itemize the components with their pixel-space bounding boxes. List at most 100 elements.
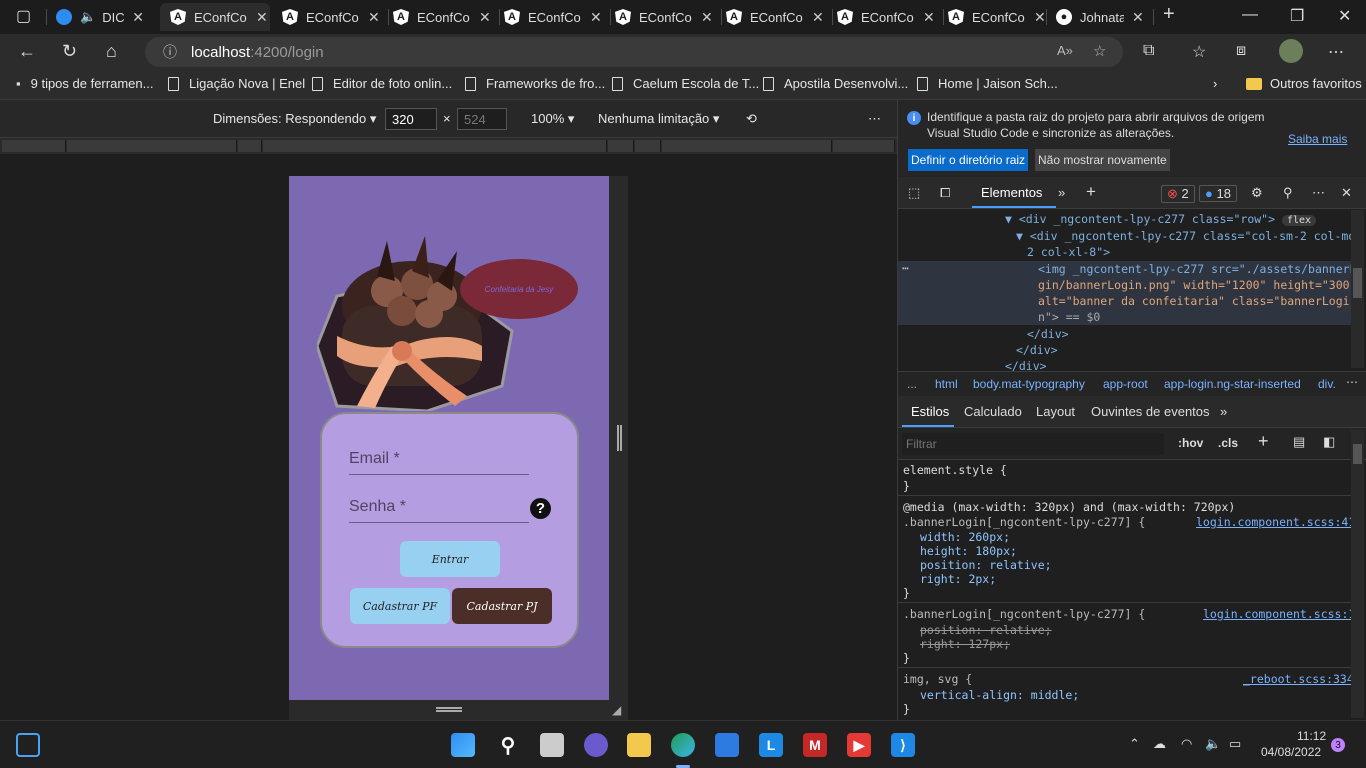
style-property-overridden[interactable]: right: 127px;	[920, 637, 1010, 651]
tab-econf-active[interactable]: A EConfCo ✕	[160, 3, 270, 31]
bookmark-item[interactable]: Caelum Escola de T...	[612, 76, 759, 91]
tab-econf[interactable]: A EConfCo ✕	[615, 3, 715, 31]
tab-dic[interactable]: 🔈 DIC ✕	[56, 3, 156, 31]
tree-node[interactable]: ▼ <div _ngcontent-lpy-c277 class="row"> …	[1005, 212, 1317, 226]
tab-computed[interactable]: Calculado	[964, 404, 1022, 419]
info-icon[interactable]: ⓘ	[163, 42, 177, 62]
source-link[interactable]: login.component.scss:41	[1196, 515, 1355, 529]
close-devtools-icon[interactable]: ✕	[1341, 185, 1352, 201]
tab-econf[interactable]: A EConfCo ✕	[504, 3, 604, 31]
throttle-select[interactable]: Nenhuma limitação ▾	[598, 111, 719, 127]
bookmark-item[interactable]: ▪ 9 tipos de ferramen...	[16, 76, 153, 91]
styles-scrollbar[interactable]	[1351, 430, 1364, 718]
node-actions-icon[interactable]: ⋯	[902, 261, 909, 275]
more-tabs-icon[interactable]: »	[1058, 185, 1065, 200]
close-tab-icon[interactable]: ✕	[1132, 9, 1144, 26]
read-aloud-icon[interactable]: A»	[1057, 43, 1073, 58]
tab-elements[interactable]: Elementos	[981, 185, 1042, 200]
bookmark-item[interactable]: Frameworks de fro...	[465, 76, 605, 91]
register-pj-button[interactable]: Cadastrar PJ	[452, 588, 552, 624]
close-tab-icon[interactable]: ✕	[923, 9, 935, 26]
cls-toggle[interactable]: .cls	[1218, 436, 1238, 450]
close-tab-icon[interactable]: ✕	[368, 9, 380, 26]
tab-styles[interactable]: Estilos	[911, 404, 949, 419]
tab-econf[interactable]: A EConfCo ✕	[837, 3, 937, 31]
close-tab-icon[interactable]: ✕	[701, 9, 713, 26]
close-tab-icon[interactable]: ✕	[479, 9, 491, 26]
address-bar[interactable]: ⓘ localhost:4200/login A» ☆	[145, 37, 1123, 67]
tab-layout[interactable]: Layout	[1036, 404, 1075, 419]
close-tab-icon[interactable]: ✕	[132, 9, 144, 26]
volume-icon[interactable]: 🔈	[1205, 736, 1221, 752]
device-mode-icon[interactable]: ⧠	[940, 185, 950, 201]
more-icon[interactable]: ⋯	[868, 111, 881, 127]
media-query-ruler[interactable]	[0, 138, 897, 154]
favorites-icon[interactable]: ☆	[1192, 42, 1206, 62]
restore-icon[interactable]: ❐	[1290, 6, 1304, 26]
store-icon[interactable]	[715, 733, 739, 757]
minimize-icon[interactable]: —	[1242, 6, 1258, 24]
issues-badge[interactable]: ● 18	[1199, 185, 1237, 202]
set-root-button[interactable]: Definir o diretório raiz	[908, 149, 1029, 171]
add-tab-icon[interactable]: +	[1086, 182, 1096, 202]
style-property[interactable]: vertical-align: middle;	[920, 688, 1079, 702]
width-input[interactable]: 320	[385, 108, 437, 130]
style-property[interactable]: width: 260px;	[920, 530, 1010, 544]
l-app-icon[interactable]: L	[759, 733, 783, 757]
customize-icon[interactable]: ⚲	[1283, 185, 1293, 201]
extensions-icon[interactable]: ⧉	[1143, 42, 1154, 60]
profile-avatar[interactable]	[1279, 39, 1303, 63]
mcafee-icon[interactable]: M	[803, 733, 827, 757]
source-link[interactable]: _reboot.scss:334	[1243, 672, 1354, 686]
register-pf-button[interactable]: Cadastrar PF	[350, 588, 450, 624]
new-tab-icon[interactable]: +	[1163, 3, 1175, 26]
other-favorites[interactable]: Outros favoritos	[1246, 76, 1362, 91]
clock-date[interactable]: 04/08/2022	[1261, 745, 1321, 759]
cloud-icon[interactable]: ☁	[1153, 736, 1166, 752]
chevron-right-icon[interactable]: ›	[1213, 76, 1217, 91]
close-tab-icon[interactable]: ✕	[590, 9, 602, 26]
tab-github[interactable]: ● Johnatan ✕	[1056, 3, 1156, 31]
sidebar-toggle-icon[interactable]: ◧	[1323, 434, 1335, 450]
elements-scrollbar[interactable]	[1351, 210, 1364, 368]
tree-node[interactable]: ▼ <div _ngcontent-lpy-c277 class="col-sm…	[1016, 229, 1362, 243]
edge-icon[interactable]	[671, 733, 695, 757]
errors-badge[interactable]: ⊗ 2	[1161, 185, 1195, 203]
bookmark-item[interactable]: Apostila Desenvolvi...	[763, 76, 908, 91]
styles-filter-input[interactable]	[902, 433, 1164, 455]
collections-icon[interactable]: ⧈	[1236, 42, 1246, 60]
style-property[interactable]: right: 2px;	[920, 572, 996, 586]
notification-badge[interactable]: 3	[1331, 738, 1345, 752]
tab-econf[interactable]: A EConfCo ✕	[393, 3, 493, 31]
resize-corner-icon[interactable]: ◢	[612, 703, 621, 717]
more-icon[interactable]: ⋯	[1312, 185, 1325, 201]
dont-show-button[interactable]: Não mostrar novamente	[1035, 149, 1170, 171]
back-icon[interactable]: ←	[18, 41, 36, 62]
close-tab-icon[interactable]: ✕	[256, 9, 268, 26]
help-icon[interactable]: ?	[530, 498, 551, 519]
style-property[interactable]: height: 180px;	[920, 544, 1017, 558]
paint-icon[interactable]: ▤	[1293, 434, 1305, 450]
dimensions-select[interactable]: Dimensões: Respondendo ▾	[213, 111, 376, 127]
refresh-icon[interactable]: ↻	[62, 41, 77, 62]
close-tab-icon[interactable]: ✕	[812, 9, 824, 26]
style-property[interactable]: position: relative;	[920, 558, 1052, 572]
home-icon[interactable]: ⌂	[106, 41, 117, 62]
style-property-overridden[interactable]: position: relative;	[920, 623, 1052, 637]
favorite-add-icon[interactable]: ☆	[1093, 42, 1106, 60]
new-rule-icon[interactable]: +	[1258, 431, 1269, 452]
bookmark-item[interactable]: Editor de foto onlin...	[312, 76, 452, 91]
youtube-icon[interactable]: ▶	[847, 733, 871, 757]
tab-econf[interactable]: A EConfCo ✕	[948, 3, 1048, 31]
learn-more-link[interactable]: Saiba mais	[1288, 132, 1347, 146]
tree-node-selected[interactable]: <img _ngcontent-lpy-c277 src="./assets/b…	[1038, 262, 1363, 276]
search-icon[interactable]: ⚲	[496, 733, 520, 757]
tab-econf[interactable]: A EConfCo ✕	[726, 3, 826, 31]
windows-start-icon[interactable]	[451, 733, 475, 757]
hov-toggle[interactable]: :hov	[1178, 436, 1203, 450]
password-field[interactable]: Senha *	[349, 498, 529, 523]
clock-time[interactable]: 11:12	[1297, 729, 1326, 743]
bookmark-item[interactable]: Ligação Nova | Enel	[168, 76, 305, 91]
task-view-icon[interactable]	[540, 733, 564, 757]
close-tab-icon[interactable]: ✕	[1034, 9, 1046, 26]
